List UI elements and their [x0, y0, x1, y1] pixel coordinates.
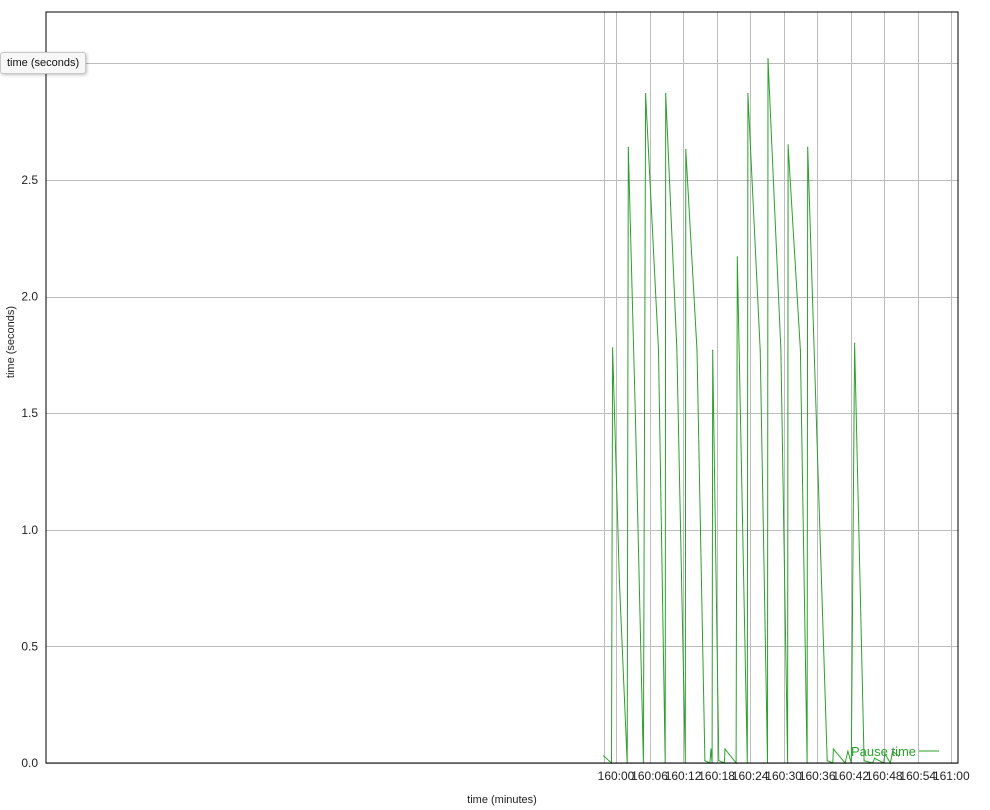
y-tick-label: 1.5 [21, 406, 38, 420]
data-point [807, 146, 809, 148]
data-point [780, 349, 782, 351]
x-tick-label: 160:12 [665, 769, 702, 783]
y-axis-tooltip: time (seconds) [0, 52, 87, 74]
data-point [676, 349, 678, 351]
data-point [627, 146, 629, 148]
data-point [665, 93, 667, 95]
x-tick-label: 160:00 [598, 769, 635, 783]
y-tick-label: 2.0 [21, 290, 38, 304]
data-point [696, 349, 698, 351]
x-tick-label: 160:48 [866, 769, 903, 783]
y-axis-title: time (seconds) [5, 306, 17, 378]
data-point [612, 347, 614, 349]
y-tick-label: 1.0 [21, 523, 38, 537]
x-tick-label: 160:42 [832, 769, 869, 783]
x-tick-label: 160:30 [765, 769, 802, 783]
data-point [704, 760, 706, 762]
x-tick-label: 160:54 [899, 769, 936, 783]
data-point [645, 93, 647, 95]
x-tick-label: 160:24 [732, 769, 769, 783]
data-point [854, 342, 856, 344]
data-point [832, 748, 835, 750]
data-point [634, 419, 637, 421]
data-point [718, 760, 720, 762]
data-point [685, 149, 687, 151]
data-point [657, 349, 660, 351]
legend-label-pause-time: Pause time [851, 744, 916, 759]
data-point [767, 58, 769, 60]
x-axis-ticks: 160:00160:06160:12160:18160:24160:30160:… [598, 769, 970, 783]
x-axis-title: time (minutes) [467, 794, 537, 806]
y-axis-ticks: 0.0 0.5 1.0 1.5 2.0 2.5 [21, 173, 38, 770]
data-point [847, 750, 849, 752]
data-point [618, 580, 621, 582]
data-point [712, 349, 714, 351]
data-point [603, 755, 605, 757]
y-tick-label: 0.0 [21, 756, 38, 770]
x-tick-label: 160:06 [631, 769, 668, 783]
pause-time-chart: 0.00.51.01.52.02.5 160:00160:06160:12160… [5, 11, 970, 806]
data-point [863, 760, 865, 762]
data-point [736, 256, 738, 258]
data-point [787, 144, 789, 146]
y-tick-label: 2.5 [21, 173, 38, 187]
data-point [710, 748, 712, 750]
x-tick-label: 161:00 [933, 769, 970, 783]
data-point [826, 760, 828, 762]
plot-area [46, 12, 958, 763]
data-point [724, 748, 726, 750]
data-point [759, 349, 761, 351]
y-tick-label: 0.5 [21, 639, 38, 653]
x-tick-label: 160:36 [799, 769, 836, 783]
x-tick-label: 160:18 [698, 769, 735, 783]
data-point [747, 93, 749, 95]
data-point [799, 349, 802, 351]
